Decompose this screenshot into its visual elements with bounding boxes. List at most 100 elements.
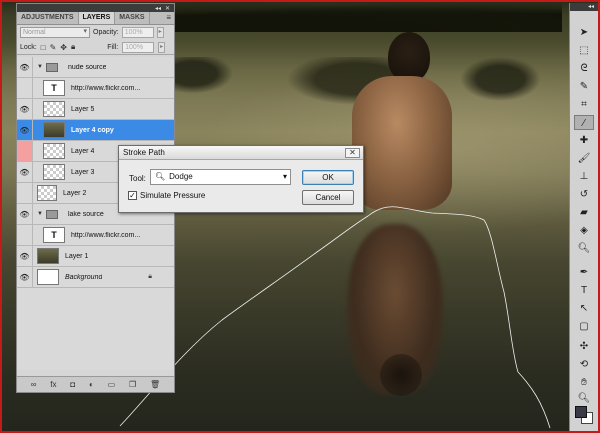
eye-off-cell[interactable] xyxy=(17,182,33,204)
layer-name: Layer 3 xyxy=(71,168,95,176)
eye-icon[interactable]: 👁︎ xyxy=(17,203,33,225)
tab-masks[interactable]: MASKS xyxy=(115,12,150,24)
foreground-color-swatch[interactable] xyxy=(575,406,587,418)
lock-icon: 🔒︎ xyxy=(148,273,152,280)
layer-name: Layer 1 xyxy=(65,252,89,260)
tab-layers[interactable]: LAYERS xyxy=(78,12,116,24)
history-brush-tool-icon[interactable]: ↺ xyxy=(574,187,594,202)
marquee-tool-icon[interactable]: ⬚ xyxy=(574,43,594,58)
opacity-field[interactable]: 100% xyxy=(121,27,154,38)
layer-row-text-2[interactable]: T http://www.flickr.com... xyxy=(17,224,174,246)
trash-icon[interactable]: 🗑︎ xyxy=(150,380,160,389)
layer-row-nude-source[interactable]: 👁︎ ▼ nude source xyxy=(17,56,174,78)
fill-arrow-icon[interactable]: ▸ xyxy=(158,41,166,53)
layer-row-text-1[interactable]: T http://www.flickr.com... xyxy=(17,77,174,99)
quick-selection-tool-icon[interactable]: ✎ xyxy=(574,79,594,94)
lock-all-icon[interactable]: 🔒︎ xyxy=(71,42,75,52)
layer-style-icon[interactable]: fx xyxy=(50,380,56,389)
layer-name: http://www.flickr.com... xyxy=(71,84,141,92)
path-selection-tool-icon[interactable]: ↖ xyxy=(574,301,594,316)
layer-name: Layer 5 xyxy=(71,105,95,113)
brush-tool-icon[interactable]: 🖌︎ xyxy=(574,151,594,166)
blend-row: Normal Opacity: 100% ▸ xyxy=(17,25,174,40)
new-layer-icon[interactable]: ❐ xyxy=(129,380,136,389)
lock-transparent-icon[interactable]: □ xyxy=(41,43,46,52)
folder-icon xyxy=(45,62,58,72)
new-group-icon[interactable]: ▭ xyxy=(108,380,116,389)
type-tool-icon[interactable]: T xyxy=(574,283,594,298)
tab-adjustments[interactable]: ADJUSTMENTS xyxy=(17,12,79,24)
cancel-button[interactable]: Cancel xyxy=(302,190,354,205)
expand-arrow-icon[interactable]: ▼ xyxy=(37,211,43,217)
healing-brush-tool-icon[interactable]: ✚ xyxy=(574,133,594,148)
close-panel-icon[interactable]: ✕ xyxy=(165,5,170,12)
adjustment-layer-icon[interactable]: ◐ xyxy=(89,380,94,389)
eyedropper-tool-icon[interactable]: ⁄ xyxy=(574,115,594,130)
layers-list: 👁︎ ▼ nude source T http://www.flickr.com… xyxy=(17,56,174,370)
lock-image-icon[interactable]: ✎ xyxy=(50,43,57,52)
panel-topbar: ◂◂ ✕ xyxy=(17,4,174,12)
layer-thumbnail xyxy=(37,248,59,264)
eye-icon[interactable]: 👁︎ xyxy=(17,266,33,288)
eye-off-cell[interactable] xyxy=(17,77,33,99)
layer-thumbnail xyxy=(43,164,65,180)
simulate-pressure-checkbox[interactable]: ✓ xyxy=(128,191,137,200)
crop-tool-icon[interactable]: ⌗ xyxy=(574,97,594,112)
layer-row-layer-5[interactable]: 👁︎ Layer 5 xyxy=(17,98,174,120)
layer-name: Layer 2 xyxy=(63,189,87,197)
tool-select-value: Dodge xyxy=(169,172,193,181)
layer-row-layer-1[interactable]: 👁︎ Layer 1 xyxy=(17,245,174,267)
panel-bottom-bar: ∞ fx ◘ ◐ ▭ ❐ 🗑︎ xyxy=(17,376,174,392)
layer-row-background[interactable]: 👁︎ Background 🔒︎ xyxy=(17,266,174,288)
panel-tabbar: ADJUSTMENTS LAYERS MASKS ≡ xyxy=(17,12,174,25)
dodge-icon: 🔍︎ xyxy=(155,172,166,181)
eye-icon[interactable]: 👁︎ xyxy=(17,56,33,78)
paint-bucket-tool-icon[interactable]: ◈ xyxy=(574,223,594,238)
panel-menu-icon[interactable]: ≡ xyxy=(166,13,171,22)
folder-icon xyxy=(45,209,58,219)
layer-thumbnail xyxy=(37,185,57,201)
clone-stamp-tool-icon[interactable]: ⊥ xyxy=(574,169,594,184)
blend-mode-select[interactable]: Normal xyxy=(20,27,90,38)
layer-name: http://www.flickr.com... xyxy=(71,231,141,239)
eye-off-cell[interactable] xyxy=(17,140,33,162)
close-icon[interactable]: ✕ xyxy=(345,148,360,158)
eraser-tool-icon[interactable]: ▰ xyxy=(574,205,594,220)
move-tool-icon[interactable]: ➤ xyxy=(574,25,594,40)
dialog-title: Stroke Path ✕ xyxy=(119,146,363,160)
toolbox: ◂◂ ➤ ⬚ ᘓ ✎ ⌗ ⁄ ✚ 🖌︎ ⊥ ↺ ▰ ◈ 🔍︎ ✒ T ↖ ▢ ✣… xyxy=(569,3,598,431)
layer-name: lake source xyxy=(67,210,104,218)
eye-icon[interactable]: 👁︎ xyxy=(17,119,33,141)
lock-position-icon[interactable]: ✥ xyxy=(60,43,67,52)
eye-icon[interactable]: 👁︎ xyxy=(17,161,33,183)
eye-icon[interactable]: 👁︎ xyxy=(17,245,33,267)
layer-thumbnail xyxy=(43,101,65,117)
tool-select[interactable]: 🔍︎ Dodge ▾ xyxy=(150,169,291,185)
collapse-icon[interactable]: ◂◂ xyxy=(155,5,161,12)
3d-rotate-tool-icon[interactable]: ✣ xyxy=(574,339,594,354)
layer-thumbnail xyxy=(43,122,65,138)
text-layer-icon: T xyxy=(43,80,65,96)
ok-button[interactable]: OK xyxy=(302,170,354,185)
layer-row-layer-4-copy[interactable]: 👁︎ Layer 4 copy xyxy=(17,119,174,141)
opacity-arrow-icon[interactable]: ▸ xyxy=(156,27,164,38)
eye-off-cell[interactable] xyxy=(17,224,33,246)
pen-tool-icon[interactable]: ✒ xyxy=(574,265,594,280)
zoom-tool-icon[interactable]: 🔍︎ xyxy=(574,391,594,406)
eye-icon[interactable]: 👁︎ xyxy=(17,98,33,120)
link-layers-icon[interactable]: ∞ xyxy=(31,380,37,389)
toolbox-collapse-icon[interactable]: ◂◂ xyxy=(570,3,598,11)
tool-label: Tool: xyxy=(129,174,146,183)
lasso-tool-icon[interactable]: ᘓ xyxy=(574,61,594,76)
dialog-title-text: Stroke Path xyxy=(123,148,165,157)
expand-arrow-icon[interactable]: ▼ xyxy=(37,64,43,70)
3d-orbit-tool-icon[interactable]: ⟲ xyxy=(574,357,594,372)
add-mask-icon[interactable]: ◘ xyxy=(70,380,75,389)
layer-name: Layer 4 copy xyxy=(71,126,114,134)
shape-tool-icon[interactable]: ▢ xyxy=(574,319,594,334)
fill-field[interactable]: 100% xyxy=(122,41,155,53)
simulate-pressure-label: Simulate Pressure xyxy=(140,191,206,200)
dodge-tool-icon[interactable]: 🔍︎ xyxy=(574,241,594,256)
hand-tool-icon[interactable]: ✋︎ xyxy=(574,375,594,390)
layer-thumbnail xyxy=(43,143,65,159)
